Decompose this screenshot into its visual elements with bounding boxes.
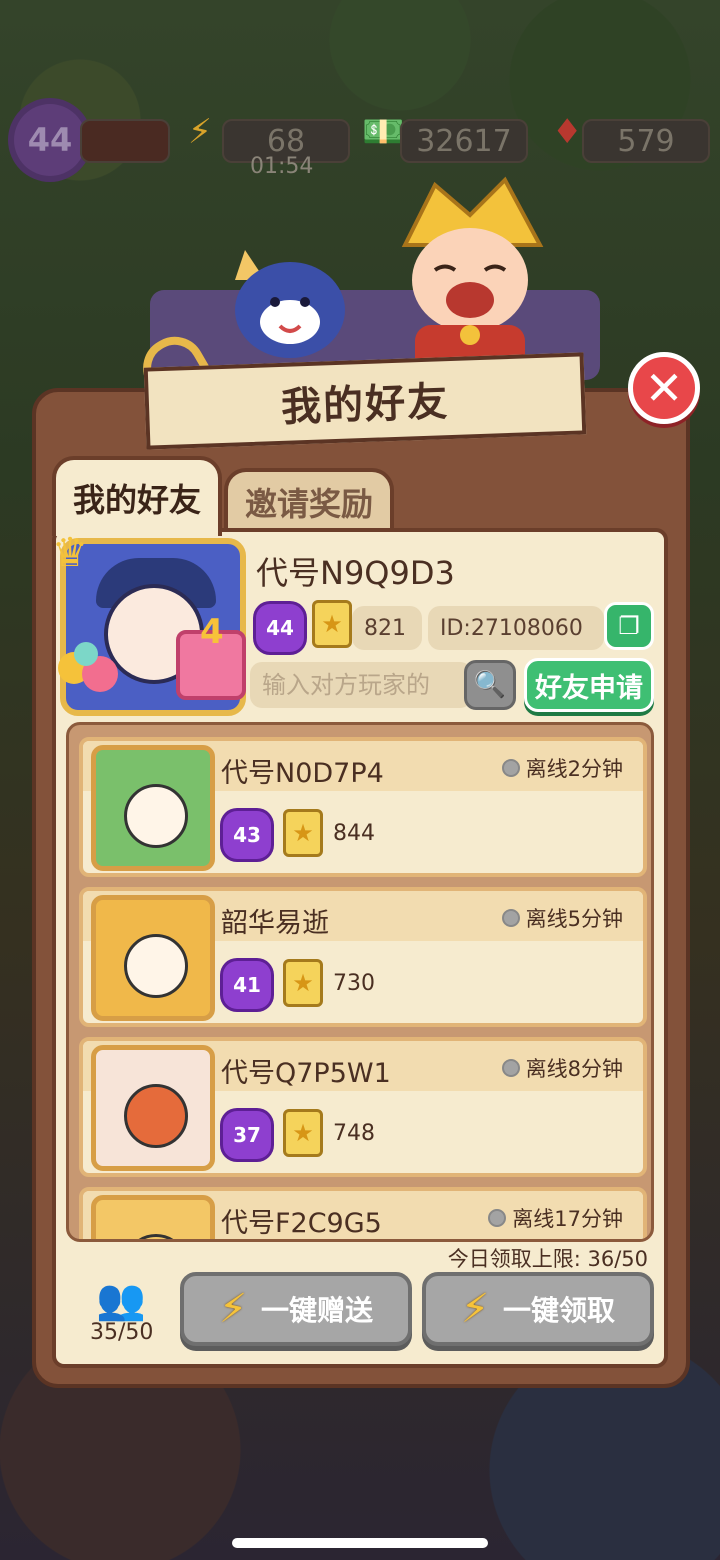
clipboard-star-icon: ★ (283, 1109, 323, 1157)
friend-card[interactable]: 代号Q7P5W1 离线8分钟 37 ★ 748 (79, 1037, 647, 1177)
claim-all-button[interactable]: ⚡ 一键领取 (422, 1272, 654, 1346)
friend-name: 韶华易逝 (221, 908, 329, 939)
tab-my-friends[interactable]: 我的好友 (52, 456, 222, 536)
send-all-button[interactable]: ⚡ 一键赠送 (180, 1272, 412, 1346)
cat-mascot (235, 250, 345, 358)
status-text: 离线5分钟 (525, 907, 623, 931)
cash-counter: 32617 (400, 119, 528, 163)
clipboard-star-icon: ★ (283, 959, 323, 1007)
friend-avatar (91, 745, 215, 871)
friend-score: 730 (333, 971, 375, 996)
friend-score: 844 (333, 821, 375, 846)
home-indicator[interactable] (232, 1538, 488, 1548)
cash-icon: 💵 (362, 112, 405, 152)
friend-list[interactable]: 代号N0D7P4 离线2分钟 43 ★ 844 韶华易逝 离线5分钟 41 ★ … (66, 722, 654, 1242)
crown-icon: ♛ (52, 530, 88, 576)
friend-level-badge: 43 (223, 811, 271, 859)
status-text: 离线17分钟 (512, 1207, 623, 1231)
friend-avatar (91, 895, 215, 1021)
friend-card[interactable]: 韶华易逝 离线5分钟 41 ★ 730 (79, 887, 647, 1027)
lightning-icon: ⚡ (218, 1286, 248, 1332)
friend-status: 离线5分钟 (501, 903, 623, 933)
avatar-face (124, 784, 188, 848)
my-score: 821 (352, 606, 422, 650)
offline-dot-icon (501, 759, 520, 777)
status-text: 离线2分钟 (525, 757, 623, 781)
search-icon: 🔍 (473, 670, 507, 700)
tab-invite-rewards[interactable]: 邀请奖励 (224, 468, 394, 532)
offline-dot-icon (488, 1209, 507, 1227)
player-search-input[interactable] (250, 662, 472, 708)
friend-name: 代号F2C9G5 (221, 1208, 382, 1239)
clipboard-star-icon: ★ (312, 600, 352, 648)
status-text: 离线8分钟 (525, 1057, 623, 1081)
search-button[interactable]: 🔍 (464, 660, 516, 710)
friend-level-badge: 37 (223, 1111, 271, 1159)
friend-card[interactable]: 代号N0D7P4 离线2分钟 43 ★ 844 (79, 737, 647, 877)
copy-id-button[interactable]: ❐ (604, 602, 654, 650)
friend-card[interactable]: 代号F2C9G5 离线17分钟 (79, 1187, 647, 1239)
anniversary-number: 4 (200, 612, 224, 652)
offline-dot-icon (501, 909, 520, 927)
balloons-icon (58, 642, 118, 692)
claim-all-label: 一键领取 (503, 1294, 616, 1327)
lightning-icon: ⚡ (460, 1286, 490, 1332)
panel-title: 我的好友 (143, 352, 587, 450)
avatar-face (124, 1084, 188, 1148)
friend-score: 748 (333, 1121, 375, 1146)
friend-status: 离线17分钟 (488, 1203, 623, 1233)
clipboard-star-icon: ★ (283, 809, 323, 857)
friend-level-badge: 41 (223, 961, 271, 1009)
friends-icon: 👥 (96, 1277, 146, 1323)
energy-timer: 01:54 (250, 154, 314, 179)
my-id: ID:27108060 (428, 606, 604, 650)
friend-avatar (91, 1045, 215, 1171)
gem-icon: ♦ (552, 112, 583, 152)
close-button[interactable]: ✕ (628, 352, 700, 424)
close-icon: ✕ (644, 361, 684, 415)
lightning-icon: ⚡ (188, 112, 212, 152)
player-level-badge: 44 (14, 104, 86, 176)
friend-status: 离线2分钟 (501, 753, 623, 783)
daily-claim-limit: 今日领取上限: 36/50 (447, 1247, 648, 1271)
friend-avatar (91, 1195, 215, 1239)
friend-name: 代号N0D7P4 (221, 758, 384, 789)
my-level-badge: 44 (256, 604, 304, 652)
avatar-face (124, 1234, 188, 1239)
friend-request-button[interactable]: 好友申请 (524, 658, 654, 712)
my-name: 代号N9Q9D3 (256, 554, 455, 592)
friend-name: 代号Q7P5W1 (221, 1058, 391, 1089)
send-all-label: 一键赠送 (261, 1294, 374, 1327)
avatar-face (124, 934, 188, 998)
copy-icon: ❐ (618, 612, 640, 640)
kid-mascot (401, 176, 544, 375)
xp-bar (80, 119, 170, 163)
friend-status: 离线8分钟 (501, 1053, 623, 1083)
gem-counter: 579 (582, 119, 710, 163)
friend-count: 35/50 (90, 1320, 154, 1345)
offline-dot-icon (501, 1059, 520, 1077)
